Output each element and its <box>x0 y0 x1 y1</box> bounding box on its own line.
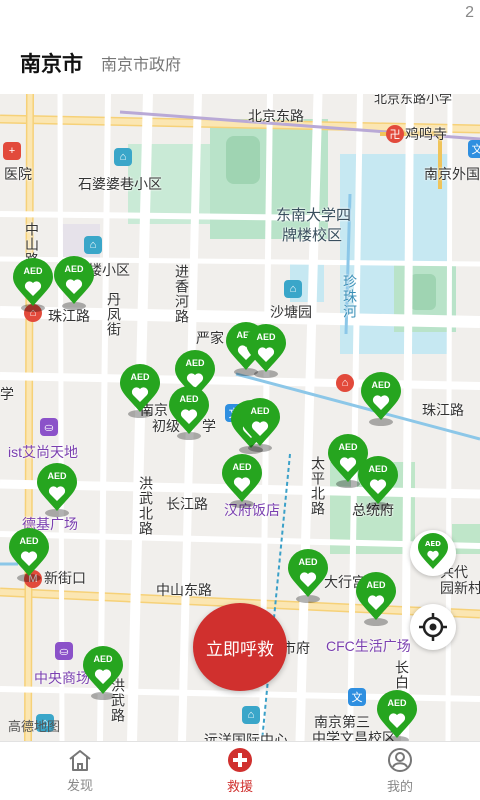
map-label: 严家 <box>196 330 224 346</box>
temple-icon[interactable]: 卍 <box>386 125 404 143</box>
aed-icon: AED <box>418 533 448 569</box>
map-label: 牌楼校区 <box>282 227 343 244</box>
tab-rescue[interactable]: 救援 <box>160 742 320 800</box>
map-label: 远洋国际中心 <box>204 732 288 741</box>
community-icon[interactable]: ⌂ <box>84 236 102 254</box>
tab-label: 救援 <box>226 779 253 794</box>
map-label: 医院 <box>4 166 32 182</box>
school-icon[interactable]: 文 <box>348 688 366 706</box>
map-label: 长江路 <box>166 496 208 512</box>
map-label: 北京东路 <box>248 108 304 124</box>
aed-label: AED <box>19 536 39 546</box>
aed-label: AED <box>185 358 205 368</box>
map-label: 长白 <box>394 660 410 690</box>
map-label: CFC生活广场 <box>326 638 411 654</box>
aed-label: AED <box>47 471 67 481</box>
aed-marker[interactable]: AED <box>356 456 400 516</box>
aed-marker[interactable]: AED <box>11 258 55 318</box>
hospital-icon[interactable]: + <box>3 142 21 160</box>
tab-discover[interactable]: 发现 <box>0 742 160 800</box>
map-label: ist艾尚天地 <box>8 444 78 460</box>
header: 南京市 南京市政府 <box>0 32 480 94</box>
user-icon <box>388 748 412 772</box>
crosshair-icon <box>419 613 447 641</box>
aed-label: AED <box>250 406 270 416</box>
aed-filter-button[interactable]: AED <box>410 530 456 576</box>
tab-profile[interactable]: 我的 <box>320 742 480 800</box>
aed-label: AED <box>256 332 276 342</box>
map-view[interactable]: + ⌂ ⌂ ⌂ 文 卍 ⌂ ⌂ ⛀ M ⛀ 文 文 ⌂ ⌂ 北京东路 北京东路小… <box>0 94 480 741</box>
map-label: 南京外国 <box>424 166 480 182</box>
map-label: 北京东路小学 <box>374 94 453 106</box>
aed-label: AED <box>366 580 386 590</box>
community-icon[interactable]: ⌂ <box>114 148 132 166</box>
map-label: 园新村 <box>440 580 480 596</box>
aed-label: AED <box>371 380 391 390</box>
aed-marker[interactable]: AED <box>286 549 330 609</box>
aed-marker[interactable]: AED <box>118 364 162 424</box>
status-bar: 2 <box>0 0 480 32</box>
map-label: 洪武北路 <box>138 476 154 536</box>
aed-marker[interactable]: AED <box>35 463 79 523</box>
emergency-call-button[interactable]: 立即呼救 <box>193 603 287 691</box>
map-label: 珍珠河 <box>342 274 358 319</box>
aed-marker[interactable]: AED <box>244 324 288 384</box>
aed-marker[interactable]: AED <box>52 256 96 316</box>
aed-marker[interactable]: AED <box>375 690 419 741</box>
aed-marker[interactable]: AED <box>359 372 403 432</box>
map-label: 鸡鸣寺 <box>405 126 447 142</box>
school-icon[interactable]: 文 <box>468 140 480 158</box>
map-label: 东南大学四 <box>276 207 352 224</box>
status-clock-fragment: 2 <box>465 4 474 21</box>
bottom-tab-bar: 发现 救援 我的 <box>0 741 480 800</box>
locate-button[interactable] <box>410 604 456 650</box>
map-label: 中山东路 <box>156 582 212 598</box>
aed-label: AED <box>387 698 407 708</box>
aed-label: AED <box>232 462 252 472</box>
mall-icon[interactable]: ⛀ <box>55 642 73 660</box>
aed-marker[interactable]: AED <box>354 572 398 632</box>
aed-marker[interactable]: AED <box>81 646 125 706</box>
aed-label: AED <box>338 442 358 452</box>
aed-label: AED <box>130 372 150 382</box>
map-label: 丹凤街 <box>106 292 122 337</box>
map-label: 学 <box>0 386 14 402</box>
tab-label: 我的 <box>386 779 413 794</box>
aed-label: AED <box>23 266 43 276</box>
tab-label: 发现 <box>66 778 93 793</box>
aed-label: AED <box>93 654 113 664</box>
svg-text:AED: AED <box>425 540 441 548</box>
aed-label: AED <box>64 264 84 274</box>
map-label: 太平北路 <box>310 456 326 516</box>
map-label: 进香河路 <box>174 264 190 324</box>
aed-marker[interactable]: AED <box>238 398 282 458</box>
building-icon[interactable]: ⌂ <box>242 706 260 724</box>
mall-icon[interactable]: ⛀ <box>40 418 58 436</box>
shopping-icon[interactable]: ⌂ <box>336 374 354 392</box>
community-icon[interactable]: ⌂ <box>284 280 302 298</box>
map-provider-logo: 高德地图 <box>8 719 61 734</box>
map-label: 沙塘园 <box>270 304 312 320</box>
aed-marker[interactable]: AED <box>167 386 211 446</box>
home-icon <box>69 750 91 771</box>
map-label: 石婆婆巷小区 <box>78 176 162 192</box>
aed-marker[interactable]: AED <box>7 528 51 588</box>
aed-marker[interactable]: AED <box>220 454 264 514</box>
aed-label: AED <box>298 557 318 567</box>
aed-label: AED <box>179 394 199 404</box>
map-logo: 高德地图 <box>8 716 60 735</box>
map-label: 珠江路 <box>422 402 464 418</box>
medical-cross-icon <box>228 748 252 772</box>
location-subtitle: 南京市政府 <box>101 57 182 74</box>
aed-label: AED <box>368 464 388 474</box>
city-title[interactable]: 南京市 <box>20 48 83 78</box>
